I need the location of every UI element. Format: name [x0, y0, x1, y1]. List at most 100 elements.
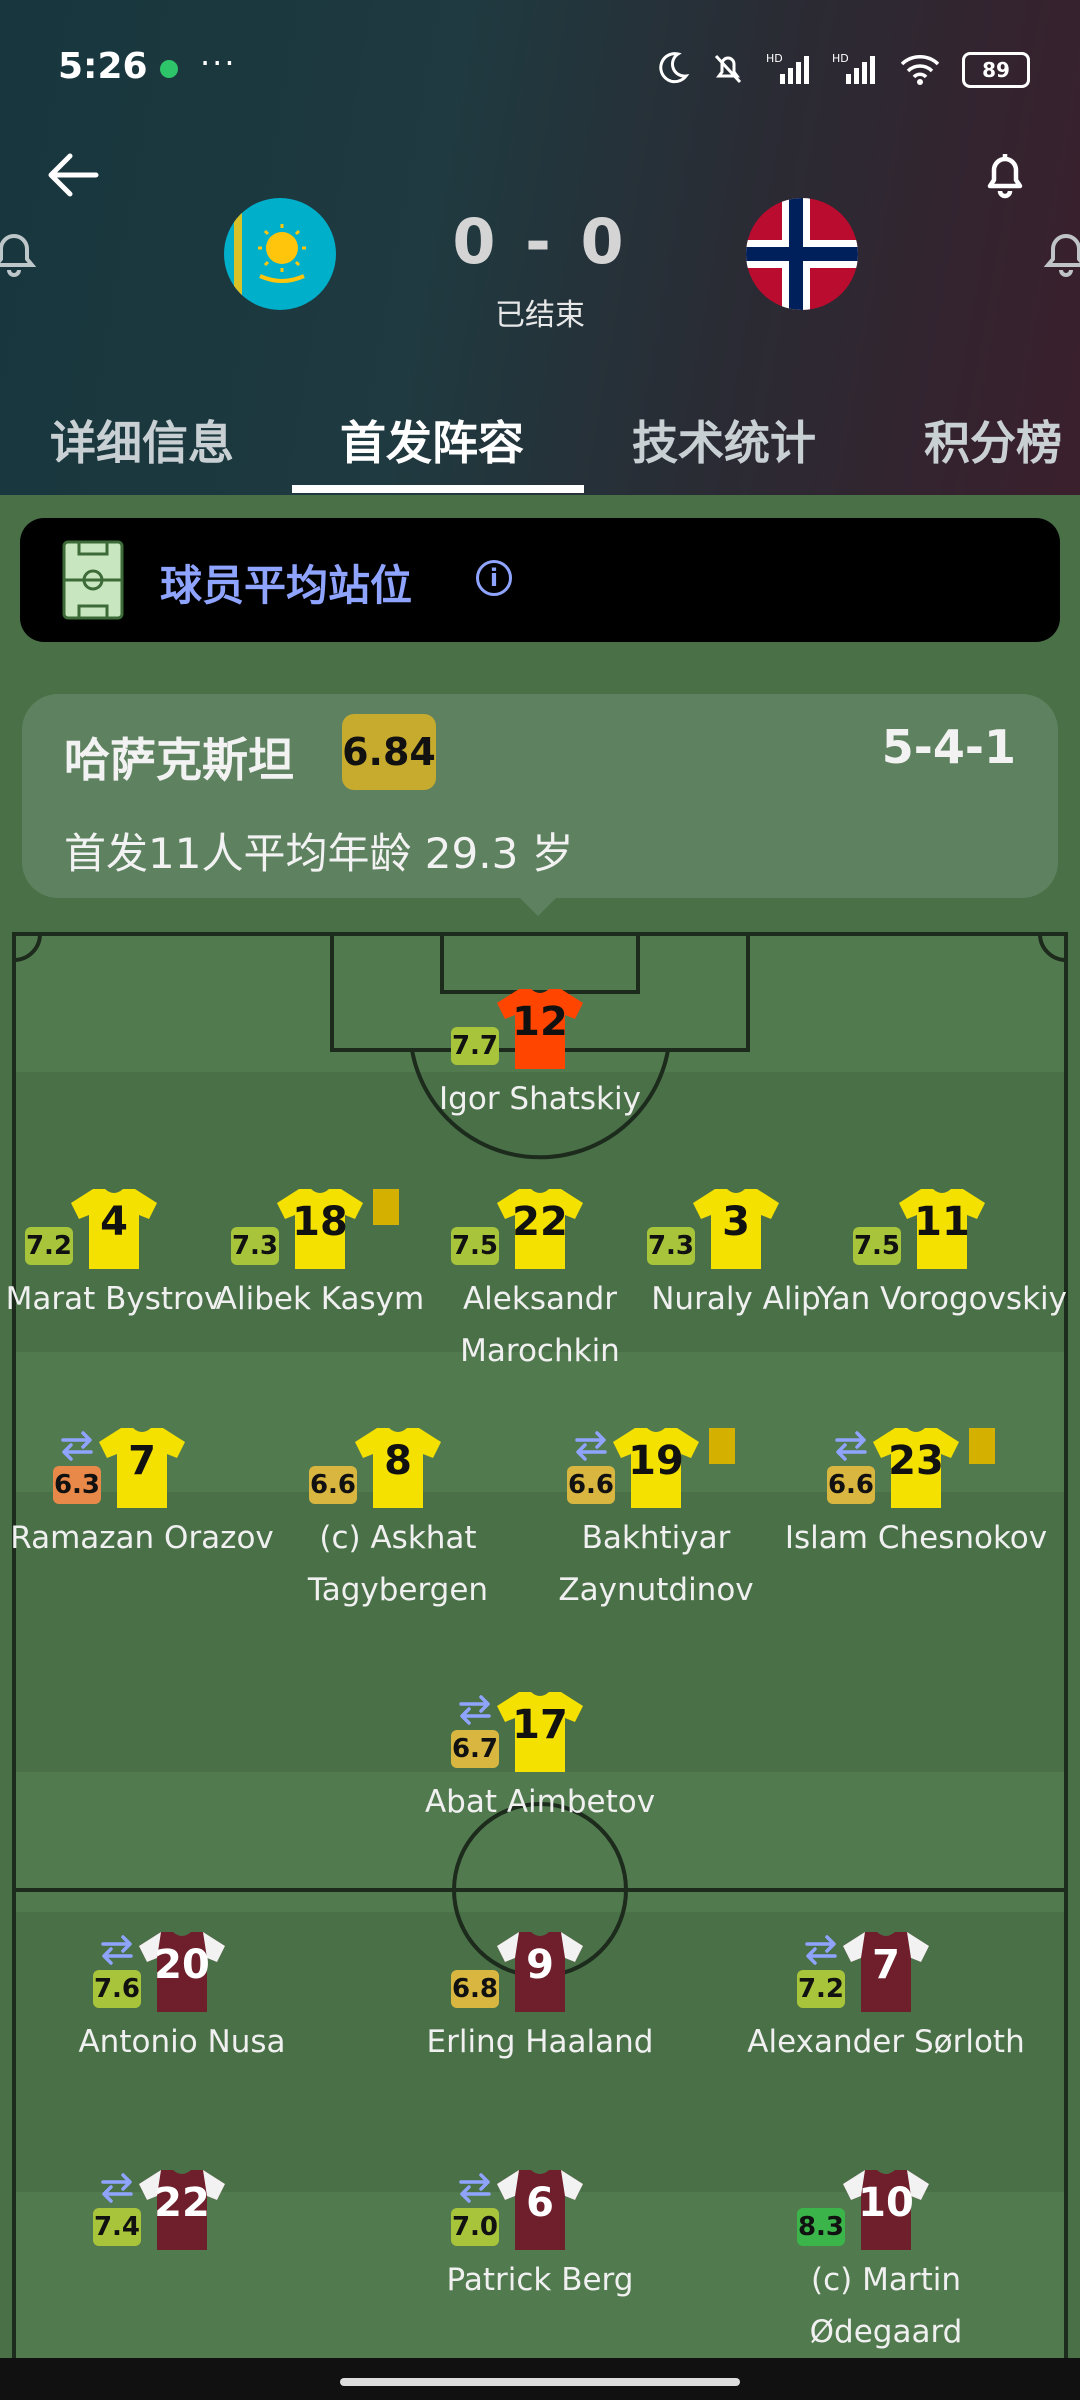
tab-details[interactable]: 详细信息	[50, 407, 234, 473]
player-kit: 4 7.2	[25, 1187, 159, 1271]
player-kit: 19 6.6	[567, 1426, 735, 1510]
player-kit: 8 6.6	[309, 1426, 443, 1510]
player-kit: 23 6.6	[827, 1426, 995, 1510]
jersey-number: 12	[512, 999, 568, 1045]
player-name: (c) Askhat Tagybergen	[307, 1520, 489, 1608]
home-indicator[interactable]	[340, 2378, 740, 2386]
mute-bell-icon	[710, 50, 746, 90]
tab-lineup[interactable]: 首发阵容	[340, 407, 524, 473]
substitution-icon	[835, 1431, 867, 1461]
player-marker[interactable]: 11 7.5 Yan Vorogovskiy	[802, 1187, 1080, 1325]
active-tab-indicator	[292, 485, 584, 493]
player-marker[interactable]: 17 6.7 Abat Aimbetov	[400, 1690, 680, 1828]
player-kit: 6 7.0	[451, 2168, 585, 2252]
substitution-icon	[805, 1935, 837, 1965]
player-rating-badge: 6.6	[309, 1466, 357, 1504]
player-marker[interactable]: 7 6.3 Ramazan Orazov	[2, 1426, 282, 1564]
moon-icon	[654, 50, 690, 90]
substitution-icon	[101, 2173, 133, 2203]
player-rating-badge: 8.3	[797, 2208, 845, 2246]
yellow-card-icon	[969, 1428, 995, 1464]
team-formation: 5-4-1	[881, 720, 1016, 774]
player-rating-badge: 6.7	[451, 1730, 499, 1768]
jersey-number: 22	[512, 1199, 568, 1245]
norway-flag-icon[interactable]	[746, 198, 858, 310]
player-kit: 3 7.3	[647, 1187, 781, 1271]
jersey-number: 17	[512, 1702, 568, 1748]
player-marker[interactable]: 12 7.7 Igor Shatskiy	[400, 987, 680, 1125]
jersey-number: 19	[628, 1438, 684, 1484]
substitution-icon	[459, 1695, 491, 1725]
more-notifications-icon: ···	[200, 44, 237, 82]
jersey-number: 23	[888, 1438, 944, 1484]
player-kit: 17 6.7	[451, 1690, 585, 1774]
pitch-lines	[12, 932, 1068, 2362]
player-name: Antonio Nusa	[78, 2024, 286, 2060]
player-rating-badge: 7.4	[93, 2208, 141, 2246]
player-kit: 10 8.3	[797, 2168, 931, 2252]
jersey-number: 9	[526, 1942, 554, 1988]
jersey-number: 3	[722, 1199, 750, 1245]
status-time: 5:26	[58, 46, 148, 87]
signal-hd-icon: HD	[766, 50, 812, 90]
substitution-icon	[61, 1431, 93, 1461]
pitch: 12 7.7 Igor Shatskiy 4 7.2 Marat Bystrov 18 7.3…	[6, 932, 1068, 2362]
team-name: 哈萨克斯坦	[64, 733, 294, 787]
player-name: Erling Haaland	[426, 2024, 654, 2060]
jersey-number: 7	[128, 1438, 156, 1484]
player-name: Patrick Berg	[446, 2262, 634, 2298]
average-age: 首发11人平均年龄 29.3 岁	[64, 829, 574, 878]
jersey-number: 4	[100, 1199, 128, 1245]
player-name: Abat Aimbetov	[424, 1784, 656, 1820]
player-rating-badge: 7.7	[451, 1027, 499, 1065]
player-kit: 12 7.7	[451, 987, 585, 1071]
info-icon[interactable]: i	[476, 560, 512, 596]
jersey-number: 10	[858, 2180, 914, 2226]
player-name: Bakhtiyar Zaynutdinov	[558, 1520, 754, 1608]
average-position-button[interactable]: 球员平均站位 i	[20, 518, 1060, 642]
player-rating-badge: 6.3	[53, 1466, 101, 1504]
player-name: (c) Martin Ødegaard	[809, 2262, 963, 2350]
jersey-number: 11	[914, 1199, 970, 1245]
yellow-card-icon	[373, 1189, 399, 1225]
player-marker[interactable]: 6 7.0 Patrick Berg	[400, 2168, 680, 2306]
player-marker[interactable]: 10 8.3 (c) Martin Ødegaard	[746, 2168, 1026, 2358]
player-marker[interactable]: 20 7.6 Antonio Nusa	[42, 1930, 322, 2068]
jersey-number: 18	[292, 1199, 348, 1245]
player-kit: 11 7.5	[853, 1187, 987, 1271]
player-rating-badge: 7.3	[647, 1227, 695, 1265]
player-rating-badge: 7.2	[797, 1970, 845, 2008]
card-pointer	[520, 898, 556, 916]
player-marker[interactable]: 19 6.6 Bakhtiyar Zaynutdinov	[516, 1426, 796, 1616]
player-marker[interactable]: 7 7.2 Alexander Sørloth	[746, 1930, 1026, 2068]
tab-standings[interactable]: 积分榜	[924, 407, 1062, 473]
match-header: 5:26 ··· HD HD 89 0 - 0 已结束 详细信息 首发阵容 技术…	[0, 0, 1080, 495]
player-kit: 7 7.2	[797, 1930, 931, 2014]
player-marker[interactable]: 8 6.6 (c) Askhat Tagybergen	[258, 1426, 538, 1616]
player-kit: 18 7.3	[231, 1187, 399, 1271]
player-rating-badge: 7.3	[231, 1227, 279, 1265]
match-status: 已结束	[495, 298, 585, 333]
back-button[interactable]	[40, 140, 110, 210]
wifi-icon	[898, 50, 942, 90]
svg-text:HD: HD	[832, 52, 849, 65]
tab-stats[interactable]: 技术统计	[632, 407, 816, 473]
player-marker[interactable]: 23 6.6 Islam Chesnokov	[776, 1426, 1056, 1564]
jersey-number: 20	[154, 1942, 210, 1988]
player-kit: 22 7.4	[93, 2168, 227, 2252]
player-marker[interactable]: 9 6.8 Erling Haaland	[400, 1930, 680, 2068]
player-rating-badge: 7.0	[451, 2208, 499, 2246]
yellow-card-icon	[709, 1428, 735, 1464]
player-marker[interactable]: 22 7.4	[42, 2168, 322, 2254]
substitution-icon	[101, 1935, 133, 1965]
signal-hd-icon-2: HD	[832, 50, 878, 90]
player-kit: 22 7.5	[451, 1187, 585, 1271]
player-rating-badge: 7.6	[93, 1970, 141, 2008]
notification-bell-button[interactable]	[970, 140, 1040, 210]
arrow-left-icon	[48, 153, 99, 197]
player-rating-badge: 7.2	[25, 1227, 73, 1265]
team-summary-card: 哈萨克斯坦 6.84 5-4-1 首发11人平均年龄 29.3 岁	[22, 694, 1058, 898]
player-kit: 20 7.6	[93, 1930, 227, 2014]
player-name: Islam Chesnokov	[784, 1520, 1048, 1556]
jersey-number: 7	[872, 1942, 900, 1988]
